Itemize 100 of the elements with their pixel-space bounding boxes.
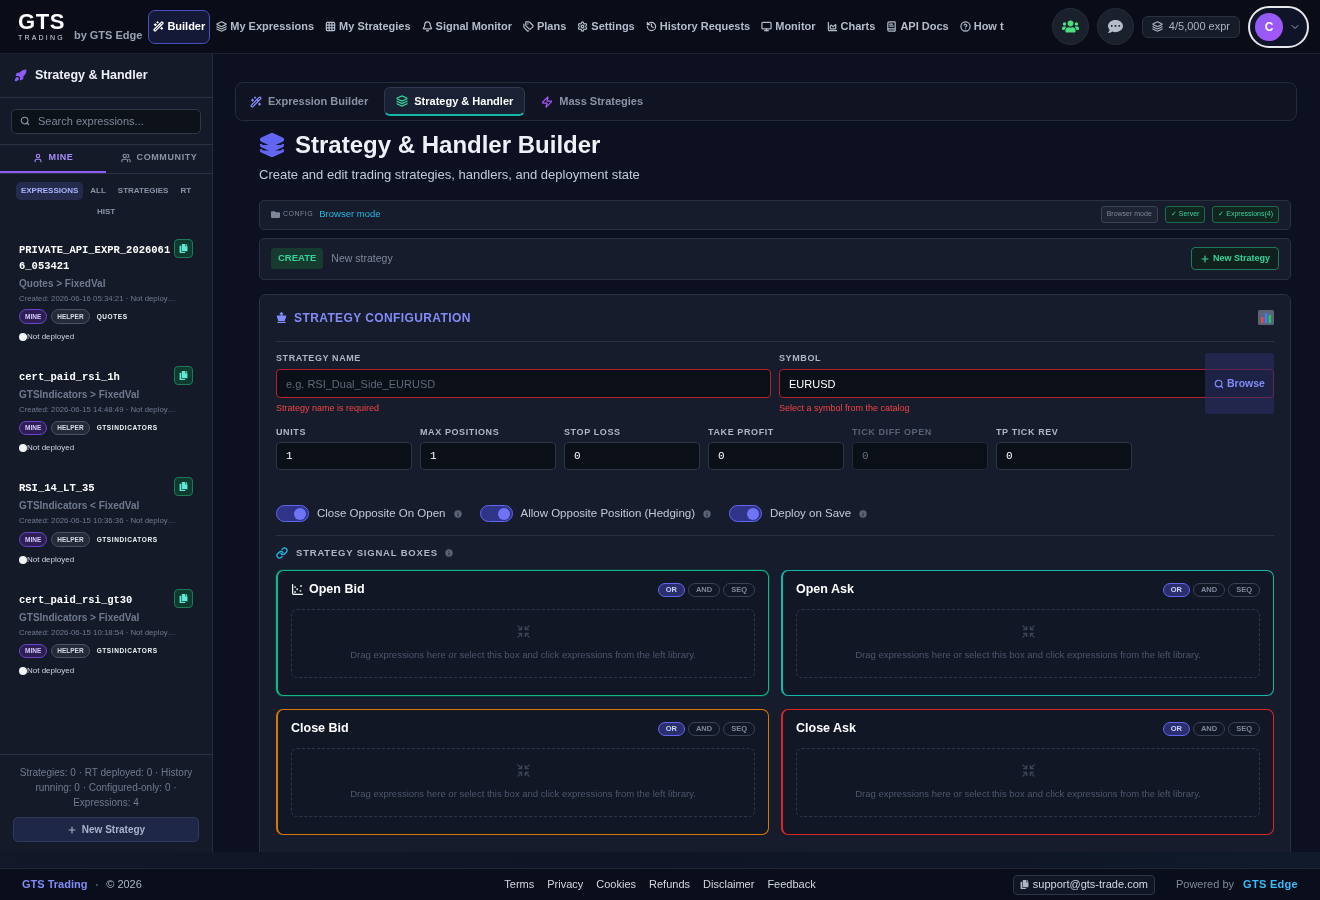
lightning-icon [541,95,554,108]
chess-piece-icon [276,312,287,323]
toggle-switch[interactable] [479,505,513,523]
shrink-arrows-icon [1020,762,1036,778]
footer-brand: GTS Trading [22,877,88,893]
toggle-knob [747,507,759,520]
nav-link[interactable]: API Docs [881,9,954,44]
number-field[interactable]: 1 [276,442,412,470]
expression-name[interactable]: cert_paid_rsi_gt30 [19,591,173,608]
expression-name[interactable]: PRIVATE_API_EXPR_20260616_053421 [19,241,173,274]
copy-icon [179,482,188,492]
strategy-name-field[interactable]: e.g. RSI_Dual_Side_EURUSD [276,369,771,398]
status-text: Not deployed [27,553,75,566]
copy-button[interactable] [174,238,193,258]
status-text: Not deployed [27,665,75,678]
info-icon [452,508,463,519]
copy-icon [179,243,188,253]
nav-link[interactable]: Signal Monitor [416,9,517,44]
toggle-switch[interactable] [276,505,309,523]
field-label: TICK DIFF OPEN [852,425,933,439]
search-icon [20,116,30,126]
nav-link[interactable]: How t [954,9,1009,44]
builder-tab[interactable]: Strategy & Handler [384,87,526,116]
info-icon [858,508,869,519]
nav-link[interactable]: Builder [148,9,211,44]
search-field[interactable]: Search expressions... [11,108,201,134]
filter-chip[interactable]: EXPRESSIONS [15,181,84,200]
copy-icon [179,593,188,603]
footer-link[interactable]: Cookies [596,876,637,893]
nav-link[interactable]: Monitor [756,9,821,44]
signal-box-title: Close Bid [291,720,349,738]
grid-icon [325,21,337,32]
footer-link[interactable]: Terms [504,876,535,893]
filter-chip[interactable]: RT [175,181,197,200]
page-title: Strategy & Handler Builder [295,130,601,160]
number-field[interactable]: 0 [996,442,1132,470]
copy-button[interactable] [174,477,193,497]
filter-chip[interactable]: STRATEGIES [112,181,174,200]
builder-tab[interactable]: Expression Builder [242,87,377,116]
field-error: Strategy name is required [276,402,381,415]
number-field[interactable]: 1 [420,442,556,470]
status-text: Not deployed [27,330,75,343]
account-menu-button[interactable]: C [1248,5,1309,48]
drop-hint: Drag expressions here or select this box and click expressions from the left library. [855,786,1201,801]
tags-icon [522,21,534,32]
page-subtitle: Create and edit trading strategies, handlers, and deployment state [259,166,641,184]
toggle-knob [497,507,510,520]
search-icon [1214,378,1225,389]
folder-icon [271,210,280,219]
footer-link[interactable]: Refunds [649,876,691,893]
nav-link[interactable]: Charts [821,9,881,44]
drop-hint: Drag expressions here or select this box and click expressions from the left library. [855,647,1201,662]
area-chart-icon [826,21,838,32]
number-field[interactable]: 0 [564,442,700,470]
number-field[interactable]: 0 [708,442,844,470]
team-button[interactable] [1051,8,1089,45]
copy-button[interactable] [174,588,193,608]
new-strategy-button[interactable]: New Strategy [13,817,199,842]
sidebar-tab[interactable]: COMMUNITY [106,144,212,173]
wand-icon [153,21,165,32]
byline: by GTS Edge [73,27,143,43]
sidebar-tab[interactable]: MINE [0,144,106,173]
filter-chip[interactable]: HIST [91,202,121,221]
footer-link[interactable]: Privacy [547,876,584,893]
toggle-switch[interactable] [729,505,762,523]
nav-link[interactable]: Plans [517,9,572,44]
create-text: New strategy [331,250,393,266]
copyright-text: © 2026 [106,877,142,893]
info-icon [443,548,454,559]
expression-path: GTSIndicators > FixedVal [19,610,141,625]
nav-link[interactable]: My Strategies [320,9,416,44]
shrink-arrows-icon [515,762,531,778]
copy-icon [1019,880,1029,889]
browse-button[interactable]: Browse [1205,353,1274,414]
footer-link[interactable]: Disclaimer [703,876,755,893]
new-strategy-button[interactable]: New Strategy [1190,247,1279,270]
nav-link[interactable]: My Expressions [211,9,320,44]
copy-button[interactable] [174,365,193,385]
expression-name[interactable]: cert_paid_rsi_1h [19,368,173,385]
field-label: TAKE PROFIT [708,425,775,439]
nav-link[interactable]: History Requests [640,9,756,44]
expression-path: GTSIndicators > FixedVal [19,387,141,402]
users-icon [1061,18,1079,35]
field-label: MAX POSITIONS [420,425,501,439]
create-badge: CREATE [271,248,324,269]
nav-link[interactable]: Settings [572,9,640,44]
shrink-arrows-icon [515,623,531,639]
support-email-button[interactable]: support@gts-trade.com [1012,874,1155,895]
footer-link[interactable]: Feedback [767,876,816,893]
toggle-label: Close Opposite On Open [317,506,446,521]
expression-name[interactable]: RSI_14_LT_35 [19,480,173,497]
quota-text: 4/5,000 expr [1168,19,1230,35]
copy-icon [179,370,188,380]
section-title: STRATEGY CONFIGURATION [294,309,471,327]
builder-tab[interactable]: Mass Strategies [533,87,652,116]
layers-icon [216,21,228,32]
help-icon [959,21,971,32]
filter-chip[interactable]: ALL [85,181,111,200]
chat-button[interactable] [1096,8,1134,45]
wand-icon [250,95,262,108]
